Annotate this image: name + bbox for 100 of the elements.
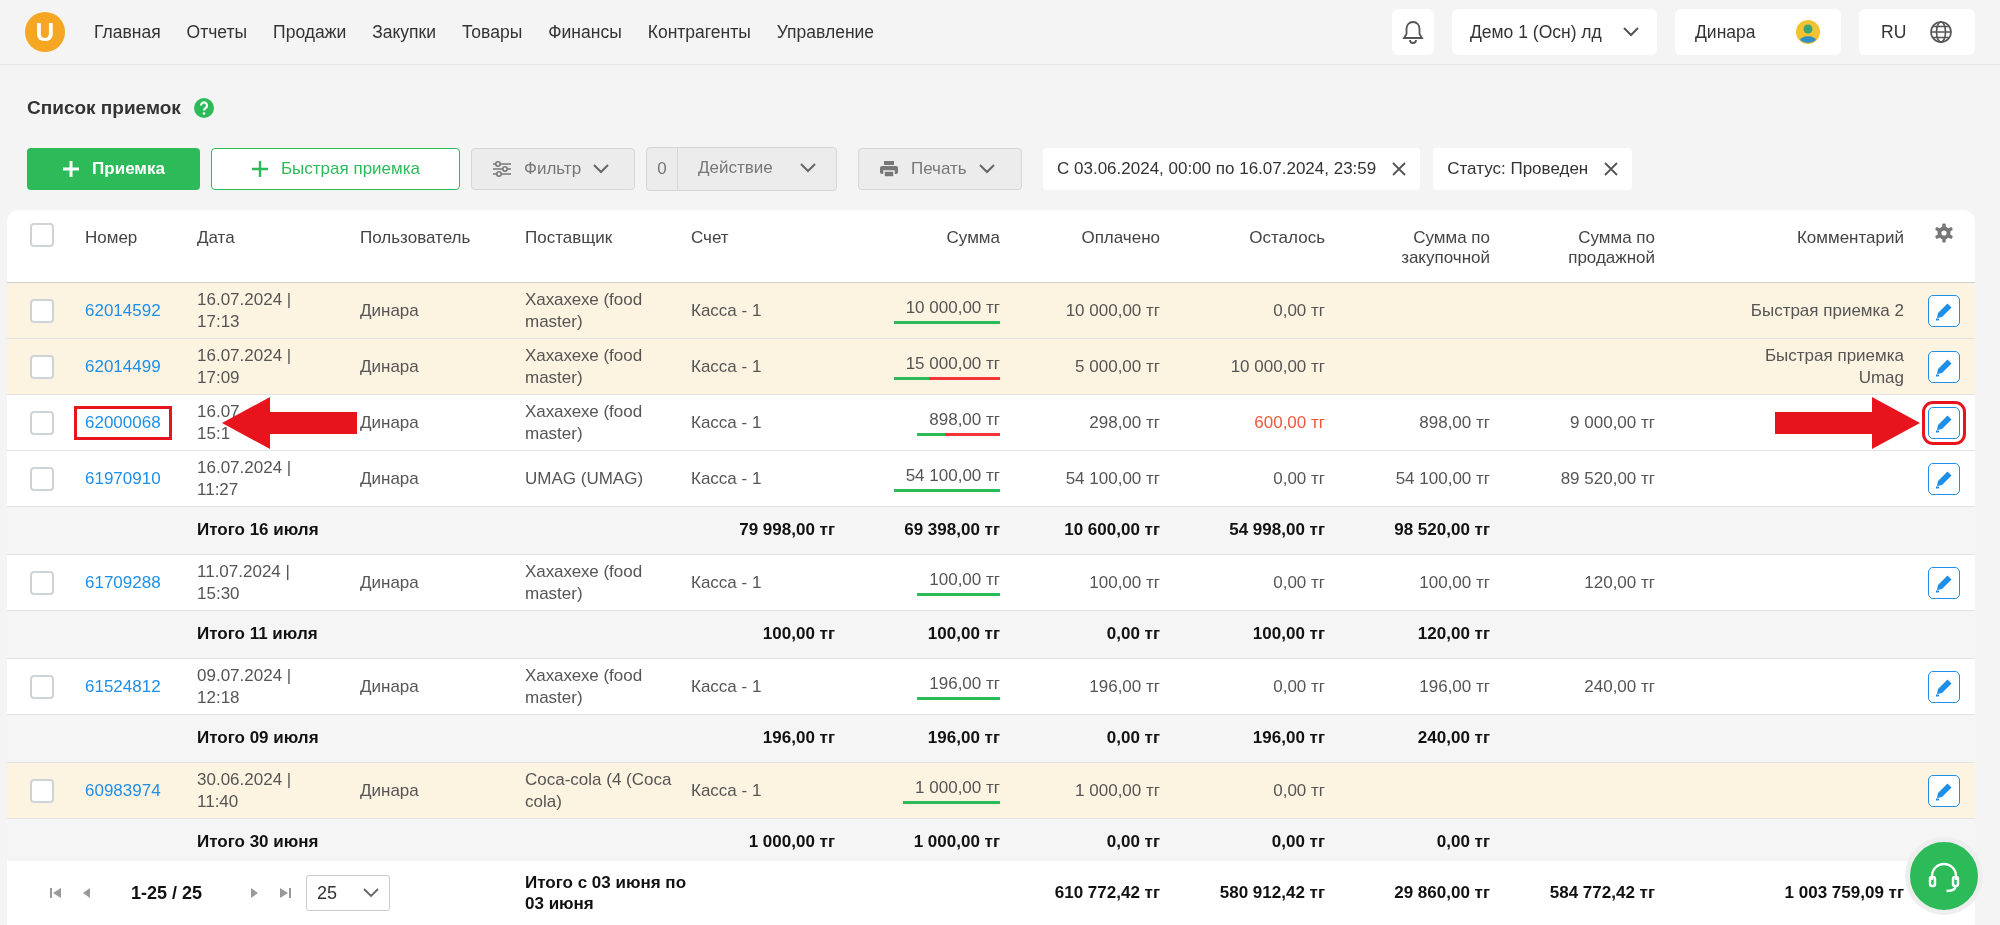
table-cell-text: 10 000,00 тг [1064,299,1161,322]
table-cell-text: 100,00 тг [926,623,1001,644]
table-cell-text: Хахахехе (food master) [524,345,644,389]
edit-button[interactable] [1927,462,1960,495]
edit-button[interactable] [1927,774,1960,807]
nav-link[interactable]: Продажи [273,21,347,43]
checkbox[interactable] [30,410,54,435]
table-cell-text: 196,00 тг [761,727,836,748]
table-cell-text: 120,00 тг [1416,623,1491,644]
payment-sum: 196,00 тг [917,673,1000,700]
globe-icon [1929,20,1953,44]
page-range: 1-25 / 25 [131,882,203,904]
close-icon[interactable] [1392,162,1407,176]
chevron-icon [1623,27,1639,37]
checkbox[interactable] [30,570,54,595]
table-cell: 898,00 тг [1419,412,1490,433]
user-button[interactable]: Динара [1675,9,1841,55]
page-size-select[interactable]: 25 [306,875,391,911]
table-cell-text: Хахахехе (food master) [524,289,644,333]
checkbox[interactable] [30,674,54,699]
table-cell-text: 0,00 тг [1105,623,1161,644]
table-cell-text: Касса - 1 [690,411,763,434]
column-header: Сумма [945,227,1001,249]
subtotal-label: Итого 09 июля [196,727,320,748]
grand-total-label: Итого с 03 июня по 03 июня [524,871,687,915]
checkbox[interactable] [30,298,54,323]
table-cell: 09.07.2024 | 12:18 [197,665,292,708]
subtotal-label: Итого 30 июня [196,831,320,852]
document-link[interactable]: 62000068 [77,408,169,437]
nav-link[interactable]: Главная [94,21,161,43]
table-cell-text: Динара [359,355,420,378]
print-button[interactable]: Печать [858,148,1022,190]
edit-button[interactable] [1927,670,1960,703]
table-cell: 89 520,00 тг [1560,468,1655,489]
checkbox[interactable] [30,778,54,803]
language-button[interactable]: RU [1859,9,1975,55]
settings-icon[interactable] [1933,223,1954,243]
table-cell-text: 196,00 тг [1251,727,1326,748]
table-cell-text: 98 520,00 тг [1393,519,1491,540]
quick-add-button[interactable]: Быстрая приемка [211,148,460,190]
help-icon[interactable] [192,97,215,119]
nav-link[interactable]: Товары [462,21,523,43]
close-icon[interactable] [1604,162,1619,176]
table-cell-text: 600,00 тг [1253,411,1326,434]
nav-link[interactable]: Управление [776,21,875,43]
filter-button[interactable]: Фильтр [471,148,635,190]
chevron-icon [363,888,380,898]
nav-link[interactable]: Контрагенты [647,21,751,43]
column-header: Осталось [1248,227,1326,249]
chevron-icon [593,164,610,174]
table-cell-text: 196,00 тг [1088,675,1161,698]
column-header: Поставщик [524,227,614,249]
table-cell-text: 0,00 тг [1270,831,1326,852]
table-cell-text: 196,00 тг [926,727,1001,748]
edit-button[interactable] [1927,350,1960,383]
first-page-icon[interactable] [49,886,63,900]
table-cell-text: Касса - 1 [690,779,763,802]
document-link[interactable]: 61970910 [81,465,165,492]
chevron-icon [978,164,995,174]
table-cell-text: Хахахехе (food master) [524,401,644,445]
table-cell-text: Касса - 1 [690,467,763,490]
table-cell-text: 10 000,00 тг [1229,355,1326,378]
edit-button[interactable] [1927,294,1960,327]
table-cell-text: Динара [359,299,420,322]
nav-link[interactable]: Закупки [372,21,437,43]
table-cell-text: 29 860,00 тг [1393,882,1491,904]
filter-chip-label: Статус: Проведен [1447,159,1589,179]
payment-sum: 10 000,00 тг [893,297,1000,324]
edit-button[interactable] [1927,566,1960,599]
column-header: Сумма по закупочной [1400,227,1491,270]
checkbox[interactable] [30,466,54,491]
table-cell-text: 0,00 тг [1272,675,1326,698]
document-link[interactable]: 62014592 [81,297,165,324]
logo[interactable]: U [25,12,65,52]
column-header: Дата [196,227,236,249]
previous-page-icon[interactable] [81,886,93,900]
document-link[interactable]: 60983974 [81,777,165,804]
document-link[interactable]: 62014499 [81,353,165,380]
checkbox[interactable] [30,354,54,379]
add-button[interactable]: Приемка [27,148,200,190]
column-header: Пользователь [359,227,472,249]
subtotal-label: Итого 16 июля [196,519,320,540]
document-link[interactable]: 61709288 [81,569,165,596]
table-cell-text: 240,00 тг [1416,727,1491,748]
last-page-icon[interactable] [278,886,293,900]
column-header: Оплачено [1080,227,1161,249]
column-header: Сумма по продажной [1567,227,1656,270]
checkbox[interactable] [30,223,54,247]
table-cell-text: 1 000,00 тг [912,831,1001,852]
nav-link[interactable]: Отчеты [186,21,248,43]
column-header: Комментарий [1795,227,1905,249]
nav-link[interactable]: Финансы [548,21,622,43]
table-cell: 16.07.2024 | 11:27 [197,457,292,500]
document-link[interactable]: 61524812 [81,673,165,700]
table-cell-text: 1 000,00 тг [747,831,836,852]
company-select[interactable]: Демо 1 (Осн) лд [1452,9,1657,55]
payment-sum: 100,00 тг [917,569,1000,596]
table-cell-text: Хахахехе (food master) [524,665,644,709]
notifications-button[interactable] [1392,9,1434,55]
table-cell-text: Касса - 1 [690,355,763,378]
